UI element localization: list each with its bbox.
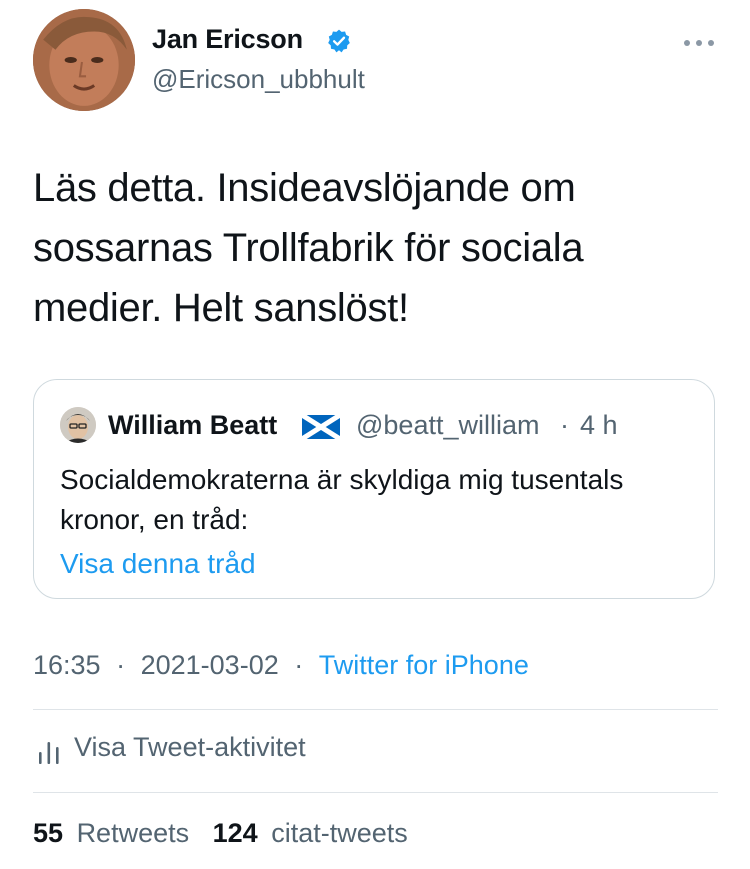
verified-badge-icon (328, 29, 350, 53)
show-thread-link[interactable]: Visa denna tråd (60, 548, 256, 580)
tweet-stats: 55 Retweets 124 citat-tweets (33, 818, 408, 849)
divider (33, 709, 718, 710)
retweets-count[interactable]: 55 (33, 818, 63, 848)
divider (33, 792, 718, 793)
tweet-time[interactable]: 16:35 (33, 650, 101, 681)
tweet-source-link[interactable]: Twitter for iPhone (319, 650, 529, 681)
author-handle[interactable]: @Ericson_ubbhult (152, 64, 365, 95)
author-avatar[interactable] (33, 9, 135, 111)
quoted-author-avatar[interactable] (60, 407, 96, 443)
quoted-timestamp: 4 h (580, 410, 618, 440)
author-avatar-image (33, 9, 135, 111)
tweet-activity-link[interactable]: Visa Tweet-aktivitet (74, 732, 306, 763)
tweet-activity-icon[interactable] (38, 738, 60, 764)
scotland-flag-icon (302, 415, 340, 439)
quoted-separator: · (560, 410, 569, 440)
quoted-tweet-text: Socialdemokraterna är skyldiga mig tusen… (60, 464, 624, 535)
meta-separator: · (294, 650, 304, 680)
tweet: Jan Ericson @Ericson_ubbhult Läs detta. … (0, 0, 750, 869)
quoted-avatar-image (60, 407, 96, 443)
quoted-tweet-card[interactable]: William Beatt @beatt_william · 4 h Socia… (33, 379, 715, 599)
quote-tweets-label[interactable]: citat-tweets (271, 818, 408, 848)
author-name[interactable]: Jan Ericson (152, 24, 303, 55)
retweets-label[interactable]: Retweets (77, 818, 190, 848)
tweet-text: Läs detta. Insideavslöjande om sossarnas… (33, 166, 584, 330)
meta-separator: · (116, 650, 126, 680)
tweet-date[interactable]: 2021-03-02 (141, 650, 279, 681)
quoted-author-name: William Beatt (108, 410, 278, 440)
quote-tweets-count[interactable]: 124 (213, 818, 258, 848)
tweet-meta: 16:35 · 2021-03-02 · Twitter for iPhone (33, 650, 529, 681)
more-options-icon[interactable] (682, 38, 716, 48)
quoted-author-handle: @beatt_william (356, 410, 540, 440)
